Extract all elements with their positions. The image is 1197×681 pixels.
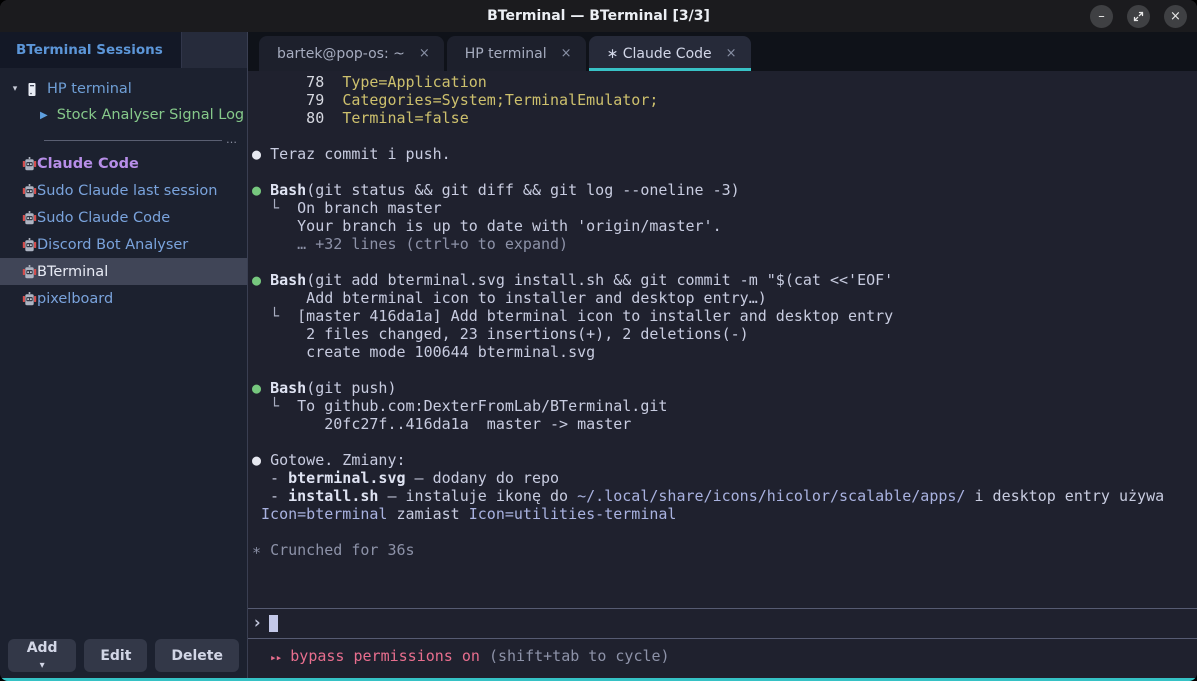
terminal-line: 80 Terminal=false xyxy=(252,109,1197,127)
terminal-line: - install.sh — instaluje ikonę do ~/.loc… xyxy=(252,487,1197,505)
sidebar: BTerminal Sessions ▾ HP terminal ▶ xyxy=(0,32,248,681)
window-body: BTerminal Sessions ▾ HP terminal ▶ xyxy=(0,32,1197,681)
sidebar-header-strip: BTerminal Sessions xyxy=(0,32,247,68)
robot-icon xyxy=(22,238,37,252)
maximize-button[interactable] xyxy=(1127,5,1150,28)
session-tree: ▾ HP terminal ▶ Stock Analyser Signal Lo… xyxy=(0,68,247,144)
tab-bar: bartek@pop-os: ~×HP terminal×∗ Claude Co… xyxy=(248,32,1197,71)
tab-label: ∗ Claude Code xyxy=(607,46,712,62)
terminal-line: create mode 100644 bterminal.svg xyxy=(252,343,1197,361)
terminal-line xyxy=(252,253,1197,271)
session-label: Claude Code xyxy=(37,156,139,172)
add-button[interactable]: Add ▾ xyxy=(8,639,76,672)
session-item[interactable]: Sudo Claude last session xyxy=(0,177,247,204)
terminal-line: … +32 lines (ctrl+o to expand) xyxy=(252,235,1197,253)
play-icon: ▶ xyxy=(40,110,48,121)
tab-close-icon[interactable]: × xyxy=(726,46,737,61)
close-icon: × xyxy=(1170,10,1181,23)
terminal-line: ● Bash(git push) xyxy=(252,379,1197,397)
terminal-line: └ [master 416da1a] Add bterminal icon to… xyxy=(252,307,1197,325)
window-controls: – × xyxy=(1090,0,1187,32)
terminal-line xyxy=(252,433,1197,451)
tree-item-stock-analyser[interactable]: ▶ Stock Analyser Signal Log xyxy=(0,102,247,128)
edit-button[interactable]: Edit xyxy=(84,639,147,672)
terminal-line: ● Gotowe. Zmiany: xyxy=(252,451,1197,469)
tab-label: HP terminal xyxy=(465,46,547,62)
chevron-down-icon[interactable]: ▾ xyxy=(8,84,22,94)
session-label: Discord Bot Analyser xyxy=(37,237,188,253)
terminal-line: Icon=bterminal zamiast Icon=utilities-te… xyxy=(252,505,1197,523)
tab-close-icon[interactable]: × xyxy=(419,46,430,61)
terminal-line: 79 Categories=System;TerminalEmulator; xyxy=(252,91,1197,109)
session-label: Sudo Claude last session xyxy=(37,183,217,199)
delete-button[interactable]: Delete xyxy=(155,639,239,672)
robot-icon xyxy=(22,184,37,198)
terminal-line: Add bterminal icon to installer and desk… xyxy=(252,289,1197,307)
status-label: bypass permissions on xyxy=(281,647,489,665)
titlebar: BTerminal — BTerminal [3/3] – × xyxy=(0,0,1197,32)
sidebar-header-tab[interactable]: BTerminal Sessions xyxy=(0,32,182,68)
session-item[interactable]: BTerminal xyxy=(0,258,247,285)
terminal-output: 78 Type=Application 79 Categories=System… xyxy=(248,71,1197,559)
prompt-icon: › xyxy=(252,615,262,632)
terminal-line: ∗ Crunched for 36s xyxy=(252,541,1197,559)
session-item[interactable]: Claude Code xyxy=(0,150,247,177)
caret-down-icon: ▾ xyxy=(40,660,45,671)
session-item[interactable]: pixelboard xyxy=(0,285,247,312)
window-title: BTerminal — BTerminal [3/3] xyxy=(487,8,710,24)
tab-label: bartek@pop-os: ~ xyxy=(277,46,405,62)
terminal-line: └ On branch master xyxy=(252,199,1197,217)
terminal-line: 78 Type=Application xyxy=(252,73,1197,91)
divider-line xyxy=(44,140,222,141)
terminal[interactable]: 78 Type=Application 79 Categories=System… xyxy=(248,71,1197,681)
tree-divider: … xyxy=(44,138,237,142)
robot-icon xyxy=(22,211,37,225)
terminal-line: 20fc27f..416da1a master -> master xyxy=(252,415,1197,433)
tab[interactable]: ∗ Claude Code × xyxy=(589,36,751,71)
terminal-line xyxy=(252,127,1197,145)
terminal-line: └ To github.com:DexterFromLab/BTerminal.… xyxy=(252,397,1197,415)
text-cursor xyxy=(269,615,278,632)
fast-forward-icon: ▸▸ xyxy=(270,651,281,664)
tab[interactable]: bartek@pop-os: ~ × xyxy=(259,36,444,71)
computer-icon xyxy=(26,82,38,97)
main-area: bartek@pop-os: ~×HP terminal×∗ Claude Co… xyxy=(248,32,1197,681)
terminal-line xyxy=(252,163,1197,181)
terminal-input[interactable]: › xyxy=(248,608,1197,639)
robot-icon xyxy=(22,292,37,306)
terminal-line xyxy=(252,523,1197,541)
terminal-line: ● Bash(git status && git diff && git log… xyxy=(252,181,1197,199)
session-label: Sudo Claude Code xyxy=(37,210,170,226)
tree-item-hp-terminal[interactable]: ▾ HP terminal xyxy=(0,76,247,102)
tree-item-label: HP terminal xyxy=(47,81,132,97)
session-item[interactable]: Discord Bot Analyser xyxy=(0,231,247,258)
terminal-line: ● Bash(git add bterminal.svg install.sh … xyxy=(252,271,1197,289)
tab[interactable]: HP terminal × xyxy=(447,36,586,71)
permissions-status: ▸▸ bypass permissions on (shift+tab to c… xyxy=(248,646,1197,666)
minimize-button[interactable]: – xyxy=(1090,5,1113,28)
terminal-line xyxy=(252,361,1197,379)
robot-icon xyxy=(22,265,37,279)
session-label: pixelboard xyxy=(37,291,113,307)
terminal-line: Your branch is up to date with 'origin/m… xyxy=(252,217,1197,235)
close-button[interactable]: × xyxy=(1164,5,1187,28)
session-list: Claude Code Sudo Claude last session Sud… xyxy=(0,150,247,312)
status-hint: (shift+tab to cycle) xyxy=(489,647,670,665)
session-item[interactable]: Sudo Claude Code xyxy=(0,204,247,231)
maximize-icon xyxy=(1133,11,1144,22)
robot-icon xyxy=(22,157,37,171)
sidebar-spacer xyxy=(0,312,247,639)
sidebar-buttons: Add ▾ Edit Delete xyxy=(0,639,247,681)
tab-close-icon[interactable]: × xyxy=(561,46,572,61)
minimize-icon: – xyxy=(1098,10,1105,23)
app-window: BTerminal — BTerminal [3/3] – × BTermina… xyxy=(0,0,1197,681)
terminal-line: 2 files changed, 23 insertions(+), 2 del… xyxy=(252,325,1197,343)
terminal-line: ● Teraz commit i push. xyxy=(252,145,1197,163)
terminal-line: - bterminal.svg — dodany do repo xyxy=(252,469,1197,487)
session-label: BTerminal xyxy=(37,264,108,280)
ellipsis-icon: … xyxy=(226,138,237,142)
tree-item-label: Stock Analyser Signal Log xyxy=(57,107,244,123)
